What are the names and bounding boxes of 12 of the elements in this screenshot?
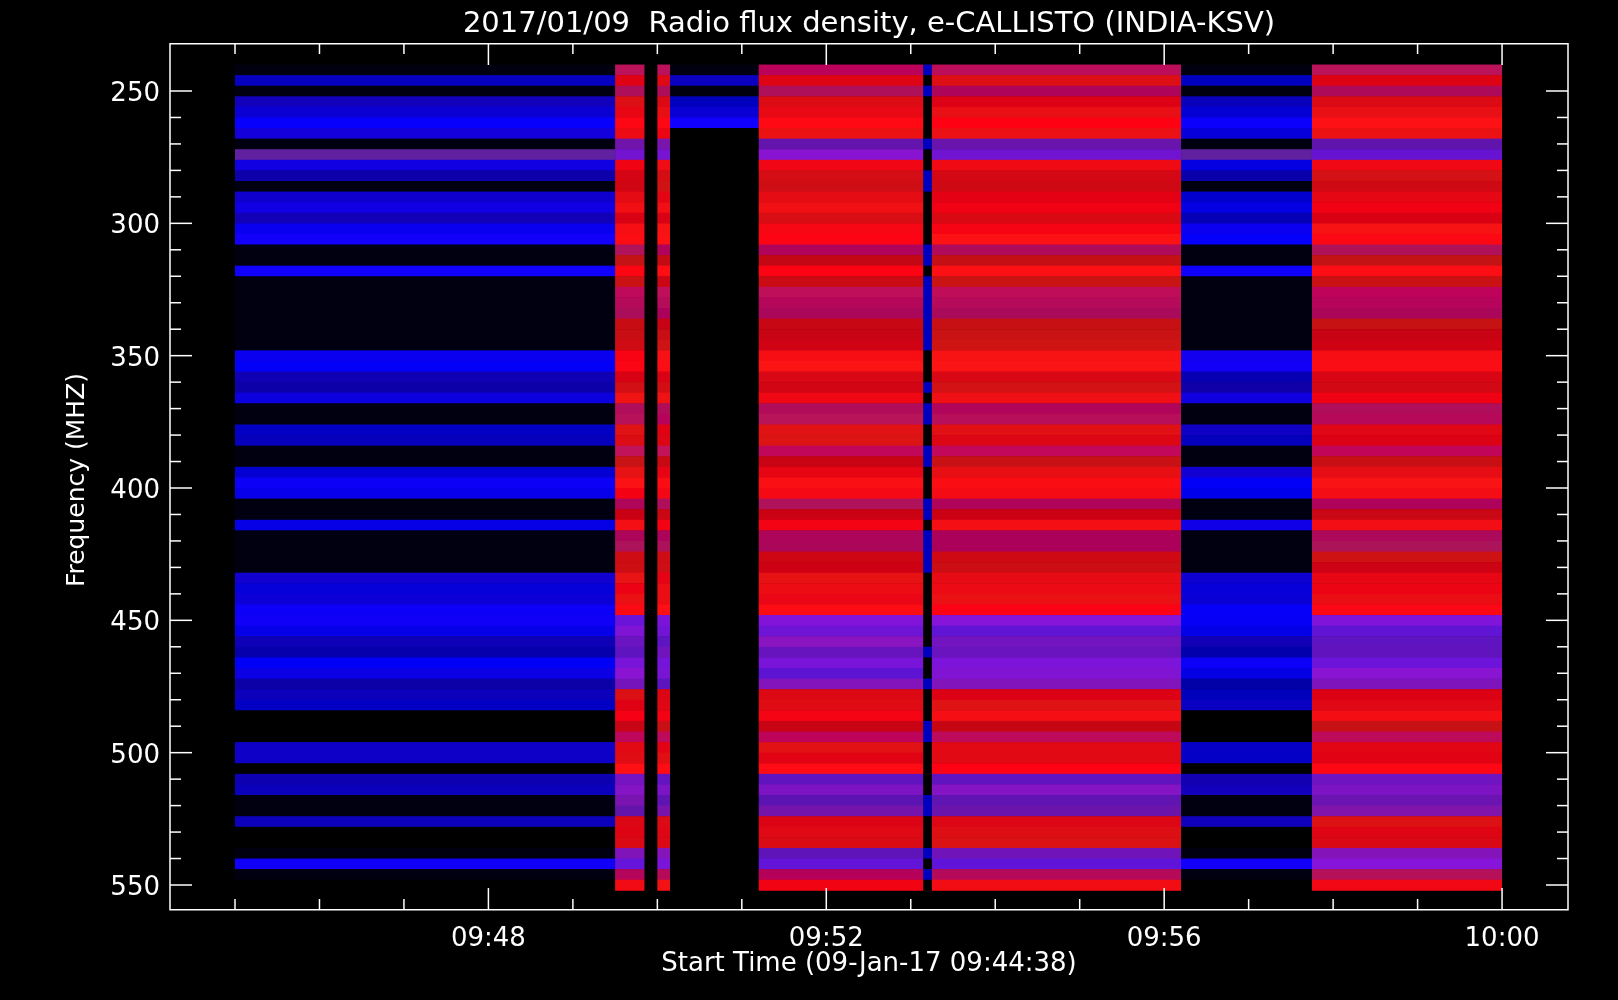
- y-tick-label: 400: [110, 474, 160, 504]
- y-tick-label: 300: [110, 209, 160, 240]
- x-tick-label: 09:48: [450, 922, 526, 952]
- y-tick-label: 550: [110, 871, 160, 901]
- chart-title: 2017/01/09 Radio flux density, e-CALLISTO (INDIA-KSV): [462, 4, 1276, 39]
- y-axis-label: Frequency (MHZ): [61, 372, 90, 588]
- y-tick-label: 250: [110, 77, 160, 107]
- y-tick-label: 450: [110, 606, 160, 637]
- x-tick-label: 09:56: [1126, 922, 1202, 952]
- y-tick-label: 500: [110, 738, 160, 769]
- y-tick-label: 350: [110, 341, 160, 372]
- x-tick-label: 10:00: [1464, 922, 1540, 952]
